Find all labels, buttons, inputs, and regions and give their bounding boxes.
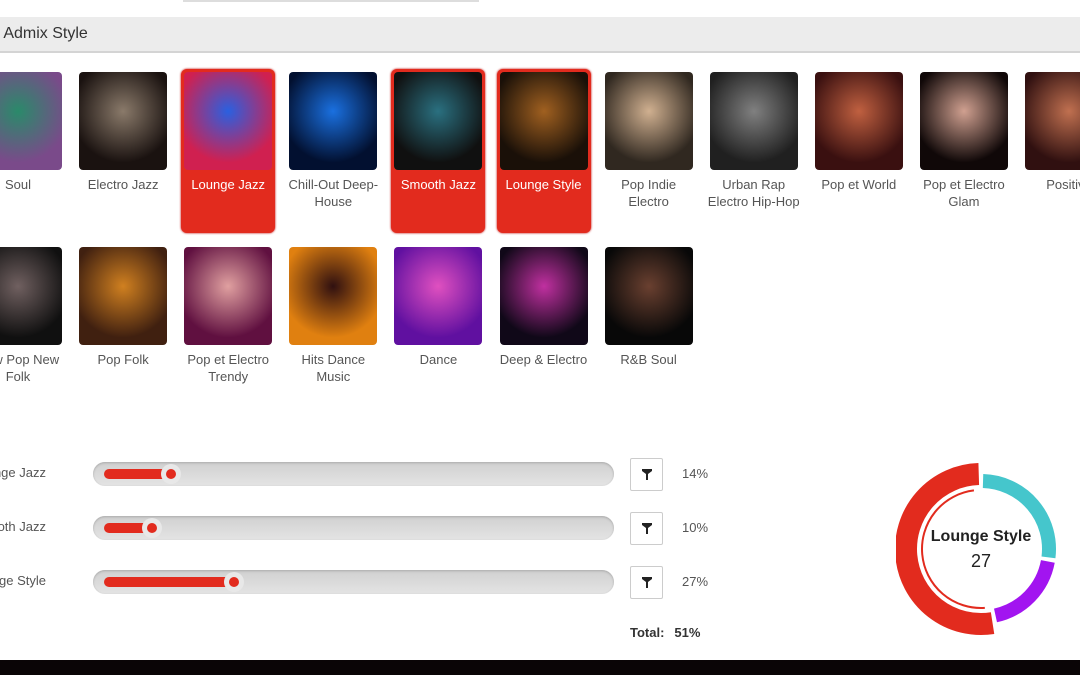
style-image [604,247,693,345]
total: Total: 51% [630,625,700,640]
style-label: Dance [419,352,458,367]
mix-slider[interactable] [93,570,614,594]
mix-row: Lounge Jazz 14% [0,458,720,491]
mix-label: Lounge Jazz [0,465,46,480]
style-image [1025,72,1080,170]
mix-row: Lounge Style 27% [0,566,720,599]
style-label: Chill-Out Deep-House [288,177,379,209]
filter-button[interactable] [630,512,663,545]
style-tile[interactable]: Pop Folk [76,244,170,408]
mix-slider[interactable] [93,462,614,486]
style-image [709,72,798,170]
style-tile[interactable]: Pop et Electro Trendy [181,244,275,408]
donut-slice[interactable] [895,463,995,635]
mix-row: Smooth Jazz 10% [0,512,720,545]
style-image [499,72,588,170]
style-image [814,72,903,170]
style-tile[interactable]: Lounge Style [496,69,591,233]
style-tile[interactable]: Soul [0,69,65,233]
style-tile[interactable]: Pop et World [812,69,906,233]
mix-percent: 10% [682,520,709,535]
style-tile[interactable]: Positive [1022,69,1080,233]
style-tile[interactable]: Hits Dance Music [286,244,380,408]
style-image [289,247,378,345]
style-tile[interactable]: R&B Soul [602,244,696,408]
style-image [604,72,693,170]
donut-value: 27 [970,551,992,571]
filter-icon [641,523,652,534]
style-image [184,247,273,345]
style-image [499,247,588,345]
style-image [0,72,62,170]
style-tile[interactable]: Pop et Electro Glam [917,69,1011,233]
total-label: Total: [630,625,665,640]
filter-icon [641,577,652,588]
style-image [289,72,378,170]
style-label: Urban Rap Electro Hip-Hop [707,177,800,209]
style-image [184,72,273,170]
mix-label: Smooth Jazz [0,519,46,534]
filter-icon [641,469,652,480]
donut-label: Lounge Style [930,528,1032,545]
total-value: 51% [674,625,701,640]
style-tile[interactable]: Electro Jazz [76,69,170,233]
style-tile[interactable]: Urban Rap Electro Hip-Hop [707,69,801,233]
style-label: Lounge Jazz [191,177,266,192]
style-tile[interactable]: Deep & Electro [497,244,591,408]
style-label: Soul [4,177,32,192]
style-image [394,72,483,170]
section-header: Music Admix Style [0,17,1080,53]
style-label: Electro Jazz [87,177,159,192]
style-label: Pop Folk [97,352,149,367]
page-background-footer [0,660,1080,675]
style-label: Deep & Electro [499,352,588,367]
style-label: Pop et Electro Trendy [187,352,270,384]
style-image [919,72,1008,170]
section-title: Music Admix Style [0,25,88,42]
filter-button[interactable] [630,566,663,599]
style-label: Pop Indie Electro [621,177,677,209]
mix-slider[interactable] [93,516,614,540]
mix-percent: 27% [682,574,709,589]
style-tile[interactable]: New Pop New Folk [0,244,65,408]
slider-handle[interactable] [223,572,244,592]
style-tile[interactable]: Smooth Jazz [391,69,486,233]
style-label: R&B Soul [620,352,677,367]
style-label: Smooth Jazz [400,177,476,192]
style-label: Positive [1046,177,1080,192]
style-label: New Pop New Folk [0,352,60,384]
search-field-edge [183,0,479,2]
style-image [79,72,168,170]
mix-donut-chart: Lounge Style 27 [895,455,1066,645]
style-tile[interactable]: Chill-Out Deep-House [286,69,380,233]
style-label: Pop et World [821,177,897,192]
style-label: Lounge Style [505,177,582,192]
style-tile[interactable]: Pop Indie Electro [602,69,696,233]
slider-handle[interactable] [161,464,182,484]
style-image [79,247,168,345]
mix-label: Lounge Style [0,573,46,588]
style-tile[interactable]: Lounge Jazz [181,69,276,233]
style-label: Pop et Electro Glam [923,177,1005,209]
filter-button[interactable] [630,458,663,491]
style-tile[interactable]: Dance [391,244,485,408]
style-image [0,247,62,345]
style-image [394,247,483,345]
slider-handle[interactable] [142,518,162,538]
style-label: Hits Dance Music [301,352,366,384]
mix-percent: 14% [682,466,709,481]
slider-fill [104,577,234,587]
